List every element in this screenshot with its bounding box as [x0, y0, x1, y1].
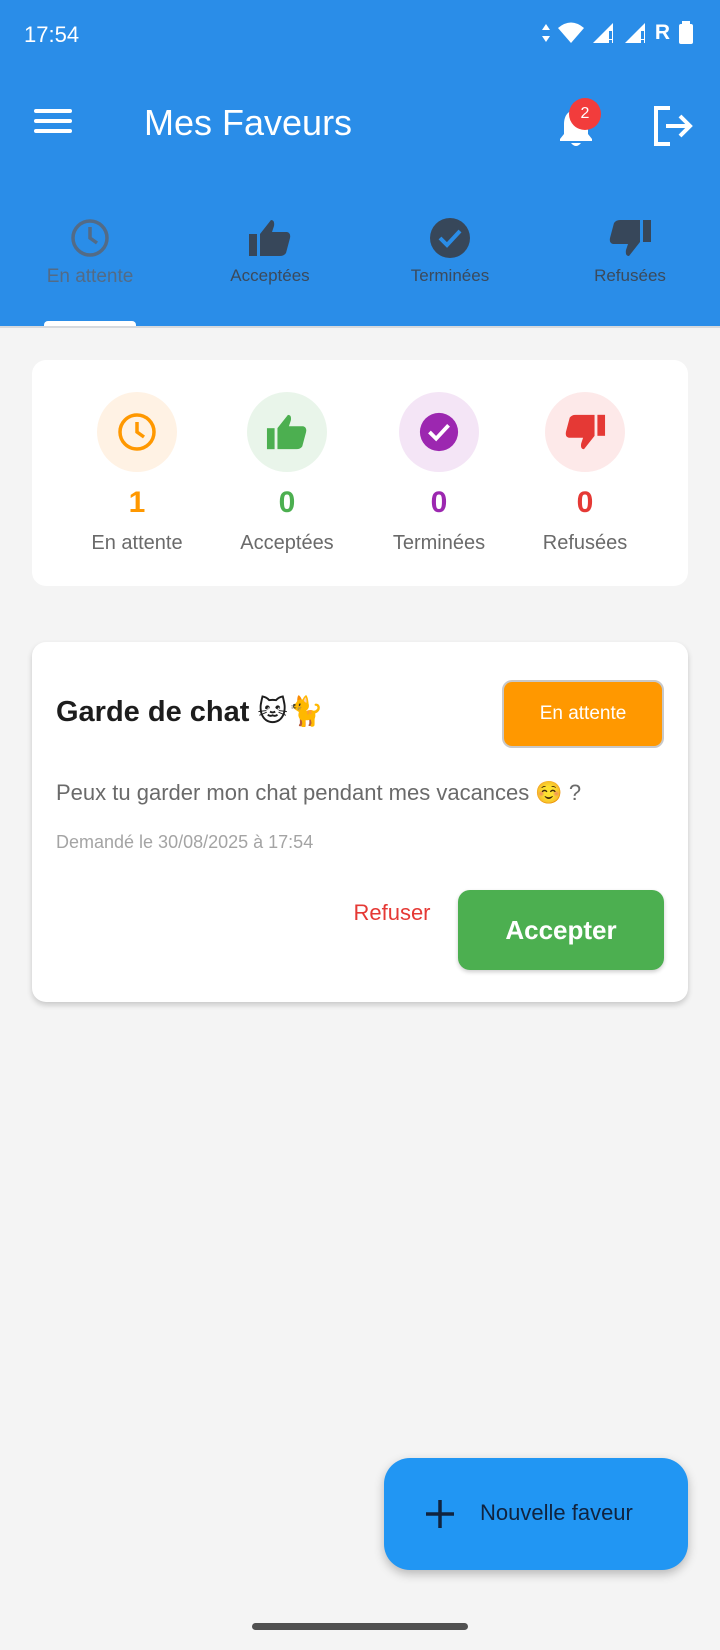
stat-label: En attente	[91, 532, 183, 554]
stat-acceptees: 0 Acceptées	[212, 392, 362, 555]
stat-en-attente: 1 En attente	[62, 392, 212, 555]
battery-icon	[679, 21, 693, 44]
favor-card: Garde de chat 🐱🐈 En attente Peux tu gard…	[32, 642, 688, 1002]
tab-label: Terminées	[410, 266, 490, 285]
accept-button[interactable]: Accepter	[458, 890, 664, 970]
stat-terminees: 0 Terminées	[364, 392, 514, 555]
status-time: 17:54	[24, 22, 80, 47]
stat-value: 1	[128, 486, 146, 519]
clock-icon	[118, 413, 156, 451]
favor-description: Peux tu garder mon chat pendant mes vaca…	[56, 780, 582, 805]
stat-value: 0	[576, 486, 594, 519]
thumbs-up-icon	[249, 220, 291, 256]
tab-label: En attente	[46, 266, 134, 287]
stat-value: 0	[278, 486, 296, 519]
favor-title: Garde de chat 🐱🐈	[56, 696, 324, 728]
stat-icon-circle	[247, 392, 327, 472]
plus-icon	[426, 1500, 454, 1528]
stat-icon-circle	[97, 392, 177, 472]
status-bar: 17:54 R	[0, 0, 720, 72]
favor-date: Demandé le 30/08/2025 à 17:54	[56, 832, 314, 852]
stat-icon-circle	[545, 392, 625, 472]
stats-card: 1 En attente 0 Acceptées 0 Terminées 0 R…	[32, 360, 688, 586]
status-icons: R	[541, 20, 696, 46]
stat-icon-circle	[399, 392, 479, 472]
page-title: Mes Faveurs	[144, 102, 353, 143]
refuse-button[interactable]: Refuser	[322, 888, 462, 938]
tab-bar: En attente Acceptées Terminées Refusées	[0, 200, 720, 328]
divider	[0, 326, 720, 328]
stat-value: 0	[430, 486, 448, 519]
thumbs-down-icon	[565, 414, 606, 450]
tab-en-attente[interactable]: En attente	[0, 200, 180, 328]
signal-icon-2	[624, 23, 645, 43]
check-circle-icon	[419, 412, 459, 452]
stat-label: Refusées	[542, 532, 628, 554]
new-favor-button[interactable]: Nouvelle faveur	[384, 1458, 688, 1570]
home-indicator[interactable]	[252, 1623, 468, 1630]
app-bar: 17:54 R Mes Faveurs 2 En attente Accepté…	[0, 0, 720, 328]
stat-label: Acceptées	[240, 532, 334, 554]
notification-badge: 2	[569, 98, 601, 130]
signal-icon	[592, 23, 613, 43]
wifi-icon	[557, 22, 584, 43]
toolbar: Mes Faveurs	[0, 82, 720, 166]
new-favor-label: Nouvelle faveur	[480, 1500, 633, 1525]
tab-label: Acceptées	[230, 266, 310, 285]
tab-label: Refusées	[594, 266, 666, 285]
stat-refusees: 0 Refusées	[510, 392, 660, 555]
status-badge: En attente	[502, 680, 664, 748]
clock-icon	[71, 219, 109, 257]
data-arrows-icon	[541, 24, 550, 42]
logout-icon[interactable]	[648, 102, 696, 150]
tab-acceptees[interactable]: Acceptées	[180, 200, 360, 328]
thumbs-up-icon	[266, 414, 307, 450]
tab-terminees[interactable]: Terminées	[360, 200, 540, 328]
check-circle-icon	[430, 218, 470, 258]
thumbs-down-icon	[609, 220, 651, 256]
menu-icon[interactable]	[34, 104, 78, 144]
network-type-label: R	[654, 21, 670, 44]
stat-label: Terminées	[392, 532, 486, 554]
tab-refusees[interactable]: Refusées	[540, 200, 720, 328]
